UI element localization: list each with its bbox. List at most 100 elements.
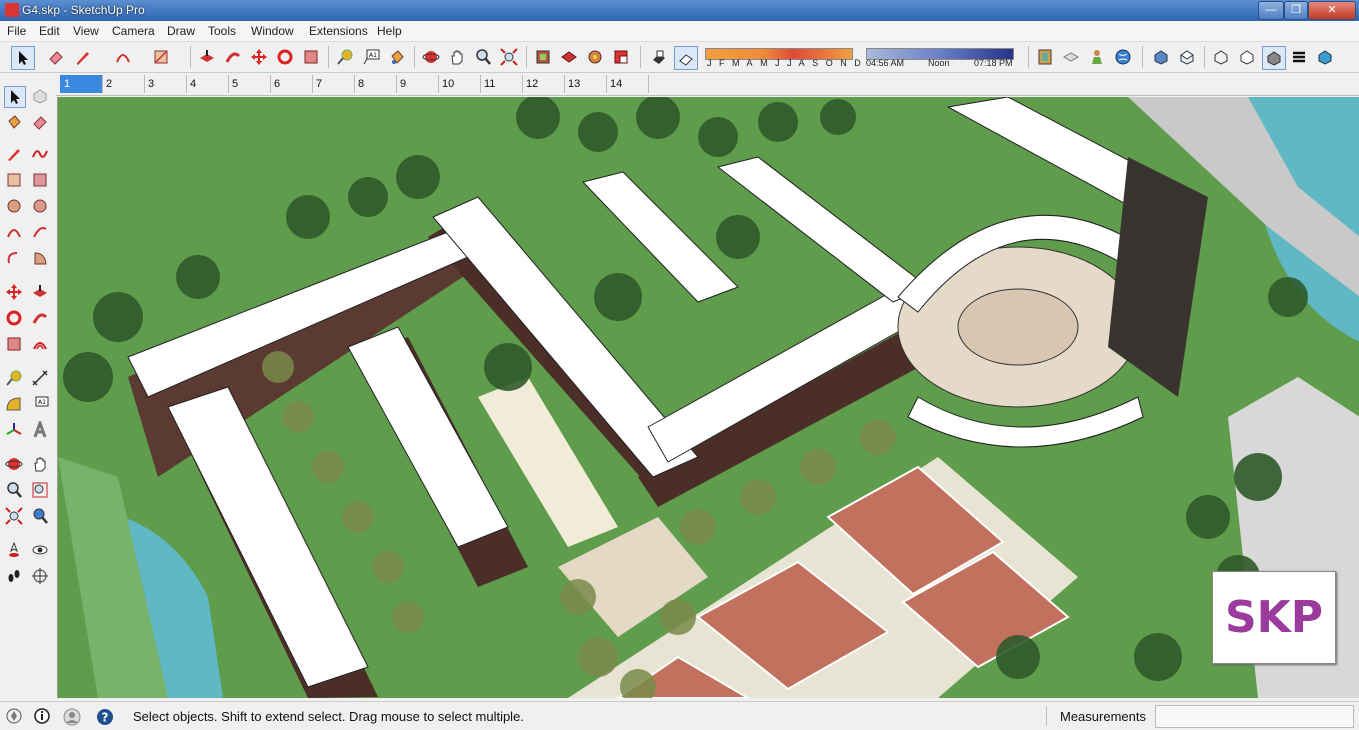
rectangle-tool-button[interactable] — [150, 46, 172, 68]
walk-tool[interactable] — [4, 566, 24, 586]
scene-tab[interactable]: 3 — [144, 75, 187, 93]
xray-style-button[interactable] — [1210, 46, 1232, 68]
rectangle-tool[interactable] — [4, 170, 24, 190]
iso-view-button[interactable] — [1150, 46, 1172, 68]
push-pull-button[interactable] — [196, 46, 218, 68]
extension-warehouse-button[interactable] — [610, 46, 632, 68]
scene-tab[interactable]: 4 — [186, 75, 229, 93]
zoom-button[interactable] — [472, 46, 494, 68]
close-button[interactable]: ✕ — [1308, 1, 1356, 20]
user-account-icon[interactable] — [63, 708, 81, 729]
rotate-tool-button[interactable] — [274, 46, 296, 68]
line-tool[interactable] — [4, 144, 24, 164]
tape-measure-button[interactable] — [334, 46, 356, 68]
zoom-tool[interactable] — [4, 480, 24, 500]
protractor-tool[interactable] — [4, 394, 24, 414]
monochrome-style-button[interactable] — [1314, 46, 1336, 68]
pan-button[interactable] — [446, 46, 468, 68]
position-camera-tool[interactable] — [4, 540, 24, 560]
scene-tab[interactable]: 7 — [312, 75, 355, 93]
menu-window[interactable]: Window — [251, 24, 294, 38]
share-model-button[interactable] — [558, 46, 580, 68]
scene-tab[interactable]: 5 — [228, 75, 271, 93]
menu-edit[interactable]: Edit — [39, 24, 60, 38]
pan-tool[interactable] — [30, 454, 50, 474]
scene-tab[interactable]: 9 — [396, 75, 439, 93]
menu-view[interactable]: View — [73, 24, 99, 38]
scene-tab[interactable]: 11 — [480, 75, 523, 93]
follow-me-tool[interactable] — [30, 308, 50, 328]
paint-bucket-tool[interactable] — [4, 112, 24, 132]
scene-tab[interactable]: 1 — [60, 75, 103, 93]
rotate-tool[interactable] — [4, 308, 24, 328]
model-info-button[interactable] — [1034, 46, 1056, 68]
shaded-style-button[interactable] — [1262, 46, 1286, 70]
two-point-arc-tool[interactable] — [30, 222, 50, 242]
layers-button[interactable] — [1060, 46, 1082, 68]
eraser-tool[interactable] — [30, 112, 50, 132]
3d-text-tool[interactable] — [30, 420, 50, 440]
textured-style-button[interactable] — [1288, 46, 1310, 68]
follow-me-button[interactable] — [222, 46, 244, 68]
top-view-button[interactable] — [1176, 46, 1198, 68]
previous-view-tool[interactable] — [30, 506, 50, 526]
text-tool[interactable]: A1 — [30, 394, 50, 414]
menu-draw[interactable]: Draw — [167, 24, 195, 38]
arc-tool-button[interactable] — [112, 46, 134, 68]
display-shadows-button[interactable] — [648, 46, 670, 68]
eraser-button[interactable] — [45, 46, 67, 68]
minimize-button[interactable]: — — [1258, 1, 1284, 20]
paint-bucket-button[interactable] — [386, 46, 408, 68]
geo-location-status-icon[interactable] — [6, 708, 22, 727]
push-pull-tool[interactable] — [30, 282, 50, 302]
make-component-tool[interactable] — [30, 86, 50, 106]
dimension-tool[interactable] — [30, 368, 50, 388]
polygon-tool[interactable] — [30, 196, 50, 216]
offset-tool[interactable] — [30, 334, 50, 354]
orbit-button[interactable] — [420, 46, 442, 68]
move-tool[interactable] — [4, 282, 24, 302]
tape-measure-tool[interactable] — [4, 368, 24, 388]
select-tool[interactable] — [4, 86, 26, 108]
rotated-rectangle-tool[interactable] — [30, 170, 50, 190]
text-tool-button[interactable]: A1 — [360, 46, 382, 68]
model-viewport[interactable]: SKP — [57, 97, 1359, 698]
arc-tool[interactable] — [4, 222, 24, 242]
move-tool-button[interactable] — [248, 46, 270, 68]
scene-tab[interactable]: 6 — [270, 75, 313, 93]
scale-tool[interactable] — [4, 334, 24, 354]
instructor-help-icon[interactable]: ? — [96, 708, 114, 729]
pie-tool[interactable] — [30, 248, 50, 268]
scene-tab[interactable]: 14 — [606, 75, 649, 93]
freehand-tool[interactable] — [30, 144, 50, 164]
hidden-line-style-button[interactable] — [1236, 46, 1258, 68]
scale-tool-button[interactable] — [300, 46, 322, 68]
measurements-input[interactable] — [1155, 705, 1354, 728]
orbit-tool[interactable] — [4, 454, 24, 474]
scene-tab[interactable]: 8 — [354, 75, 397, 93]
menu-camera[interactable]: Camera — [112, 24, 155, 38]
user-button[interactable] — [1086, 46, 1108, 68]
scene-tab[interactable]: 12 — [522, 75, 565, 93]
menu-file[interactable]: File — [7, 24, 26, 38]
line-tool-button[interactable] — [72, 46, 94, 68]
scene-tab[interactable]: 10 — [438, 75, 481, 93]
three-point-arc-tool[interactable] — [4, 248, 24, 268]
circle-tool[interactable] — [4, 196, 24, 216]
menu-extensions[interactable]: Extensions — [309, 24, 368, 38]
components-button[interactable] — [584, 46, 606, 68]
axes-tool[interactable] — [4, 420, 24, 440]
credits-info-icon[interactable] — [34, 708, 50, 727]
zoom-extents-tool[interactable] — [4, 506, 24, 526]
scene-tab[interactable]: 13 — [564, 75, 607, 93]
zoom-window-tool[interactable] — [30, 480, 50, 500]
geo-location-button[interactable] — [1112, 46, 1134, 68]
menu-tools[interactable]: Tools — [208, 24, 236, 38]
look-around-tool[interactable] — [30, 540, 50, 560]
select-tool-button[interactable] — [11, 46, 35, 70]
section-plane-tool[interactable] — [30, 566, 50, 586]
zoom-extents-button[interactable] — [498, 46, 520, 68]
menu-help[interactable]: Help — [377, 24, 402, 38]
maximize-button[interactable]: ❐ — [1284, 1, 1308, 20]
scene-tab[interactable]: 2 — [102, 75, 145, 93]
